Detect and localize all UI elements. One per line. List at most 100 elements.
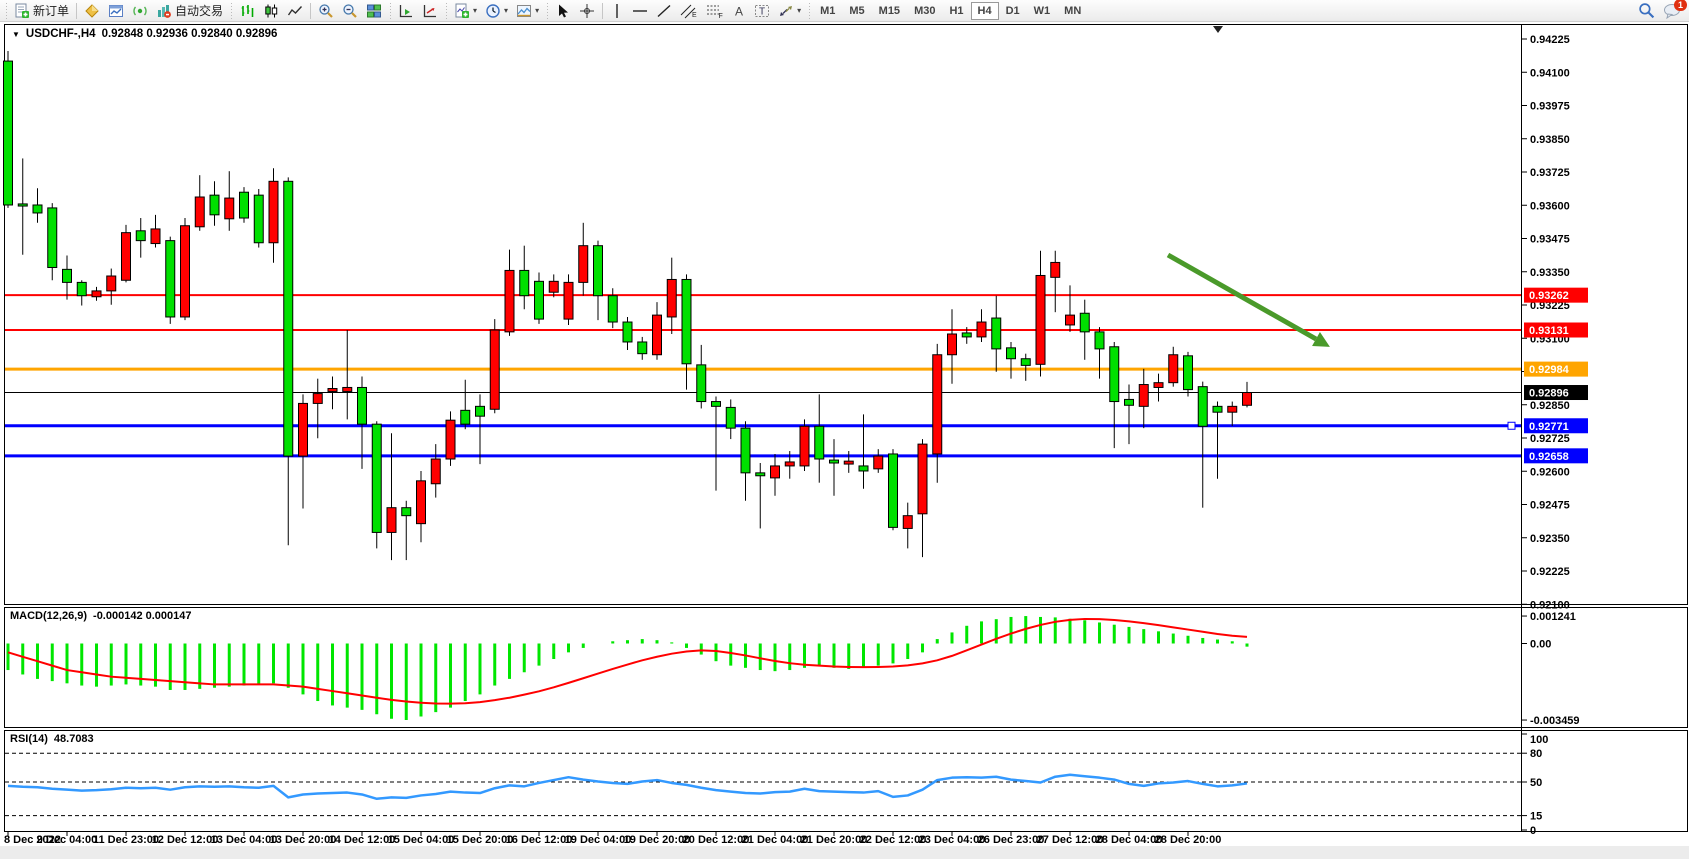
candle-bearish [594, 246, 603, 296]
svg-text:F: F [719, 13, 723, 19]
time-label[interactable]: 13 Dec 20:00 [270, 834, 337, 846]
time-label[interactable]: 21 Dec 20:00 [801, 834, 868, 846]
time-label[interactable]: 16 Dec 12:00 [506, 834, 573, 846]
zoom-in-button[interactable] [314, 1, 338, 21]
timeframe-m15[interactable]: M15 [872, 2, 907, 20]
timeframe-w1[interactable]: W1 [1027, 2, 1058, 20]
crosshair-tool-button[interactable] [575, 1, 599, 21]
line-handle[interactable] [1508, 422, 1515, 429]
candle-bullish [225, 198, 234, 219]
symbol-dropdown-icon[interactable]: ▼ [12, 30, 20, 39]
rsi-axis-label: 50 [1530, 777, 1542, 789]
auto-scroll-icon [422, 3, 438, 19]
timeframe-m1[interactable]: M1 [813, 2, 842, 20]
timeframe-m5[interactable]: M5 [842, 2, 871, 20]
signal-button[interactable] [128, 1, 152, 21]
timeframe-d1[interactable]: D1 [999, 2, 1027, 20]
bottom-strip [0, 846, 1689, 859]
indicators-button[interactable]: ▾ [450, 1, 481, 21]
tile-windows-button[interactable] [362, 1, 386, 21]
candle-bullish [269, 181, 278, 242]
candle-bullish [564, 282, 573, 319]
vertical-line-tool-button[interactable] [606, 1, 628, 21]
y-tick-label: 0.92475 [1530, 500, 1570, 512]
candle-bullish [903, 516, 912, 529]
marketwatch-button[interactable] [80, 1, 104, 21]
toolbar-grip [388, 3, 392, 19]
chat-button[interactable]: 1 [1663, 3, 1681, 19]
candle-bearish [726, 407, 735, 428]
templates-button[interactable]: ▾ [512, 1, 543, 21]
time-label[interactable]: 12 Dec 12:00 [152, 834, 219, 846]
time-label[interactable]: 15 Dec 20:00 [447, 834, 514, 846]
y-tick-label: 0.94225 [1530, 34, 1570, 46]
periods-button[interactable]: ▾ [481, 1, 512, 21]
time-label[interactable]: 21 Dec 04:00 [742, 834, 809, 846]
candle-bearish [962, 333, 971, 337]
time-label[interactable]: 19 Dec 04:00 [565, 834, 632, 846]
candle-bearish [18, 204, 27, 206]
time-label[interactable]: 28 Dec 04:00 [1096, 834, 1163, 846]
timeframe-m30[interactable]: M30 [907, 2, 942, 20]
fibonacci-tool-button[interactable]: F [702, 1, 728, 21]
new-order-button[interactable]: 新订单 [10, 1, 73, 21]
time-label[interactable]: 13 Dec 04:00 [211, 834, 278, 846]
cursor-tool-button[interactable] [551, 1, 575, 21]
auto-scroll-button[interactable] [418, 1, 442, 21]
candle-bearish [682, 279, 691, 363]
candle-bearish [210, 195, 219, 215]
tile-windows-icon [366, 3, 382, 19]
candle-bearish [240, 192, 249, 218]
time-label[interactable]: 20 Dec 12:00 [683, 834, 750, 846]
candle-bearish [1007, 348, 1016, 359]
candle-bearish [535, 281, 544, 319]
candle-chart-type-button[interactable] [259, 1, 283, 21]
time-label[interactable]: 22 Dec 12:00 [860, 834, 927, 846]
candle-bullish [874, 456, 883, 469]
horizontal-line-tool-button[interactable] [628, 1, 652, 21]
time-label[interactable]: 26 Dec 23:00 [978, 834, 1045, 846]
candle-bullish [299, 403, 308, 456]
arrows-icon [778, 3, 794, 19]
rsi-axis-label: 0 [1530, 825, 1536, 837]
price-badge-label: 0.92896 [1529, 388, 1569, 400]
trendline-tool-button[interactable] [652, 1, 676, 21]
candle-bullish [1243, 393, 1252, 406]
candle-bullish [977, 322, 986, 337]
zoom-out-button[interactable] [338, 1, 362, 21]
timeframe-mn[interactable]: MN [1057, 2, 1088, 20]
search-icon[interactable] [1638, 2, 1655, 19]
chart-canvas: 0.942250.941000.939750.938500.937250.936… [0, 22, 1689, 859]
time-label[interactable]: 28 Dec 20:00 [1155, 834, 1222, 846]
candle-bearish [461, 410, 470, 424]
label-tool-button[interactable]: T [750, 1, 774, 21]
new-order-label: 新订单 [33, 2, 69, 19]
candle-bearish [697, 365, 706, 402]
candle-bearish [608, 296, 617, 322]
candle-bullish [195, 197, 204, 227]
time-label[interactable]: 23 Dec 04:00 [919, 834, 986, 846]
price-badge-label: 0.92984 [1529, 364, 1570, 376]
time-label[interactable]: 9 Dec 04:00 [37, 834, 98, 846]
time-label[interactable]: 27 Dec 12:00 [1037, 834, 1104, 846]
time-label[interactable]: 15 Dec 04:00 [388, 834, 455, 846]
candle-bullish [328, 389, 337, 392]
arrows-tool-button[interactable]: ▾ [774, 1, 805, 21]
chart-shift-button[interactable] [394, 1, 418, 21]
candle-bearish [1184, 356, 1193, 390]
channel-tool-button[interactable]: E [676, 1, 702, 21]
timeframe-h4[interactable]: H4 [971, 2, 999, 20]
autotrade-button[interactable]: 自动交易 [152, 1, 227, 21]
line-chart-type-button[interactable] [283, 1, 307, 21]
y-tick-label: 0.93725 [1530, 167, 1570, 179]
timeframe-h1[interactable]: H1 [942, 2, 970, 20]
chart-window-button[interactable] [104, 1, 128, 21]
time-label[interactable]: 19 Dec 20:00 [624, 834, 691, 846]
time-label[interactable]: 11 Dec 23:00 [93, 834, 159, 846]
time-label[interactable]: 14 Dec 12:00 [329, 834, 396, 846]
trendline-icon [656, 3, 672, 19]
mt4-window: 新订单 自动交易 [0, 0, 1689, 859]
text-tool-button[interactable]: A [728, 1, 750, 21]
bar-chart-type-button[interactable] [235, 1, 259, 21]
candle-bullish [667, 279, 676, 317]
